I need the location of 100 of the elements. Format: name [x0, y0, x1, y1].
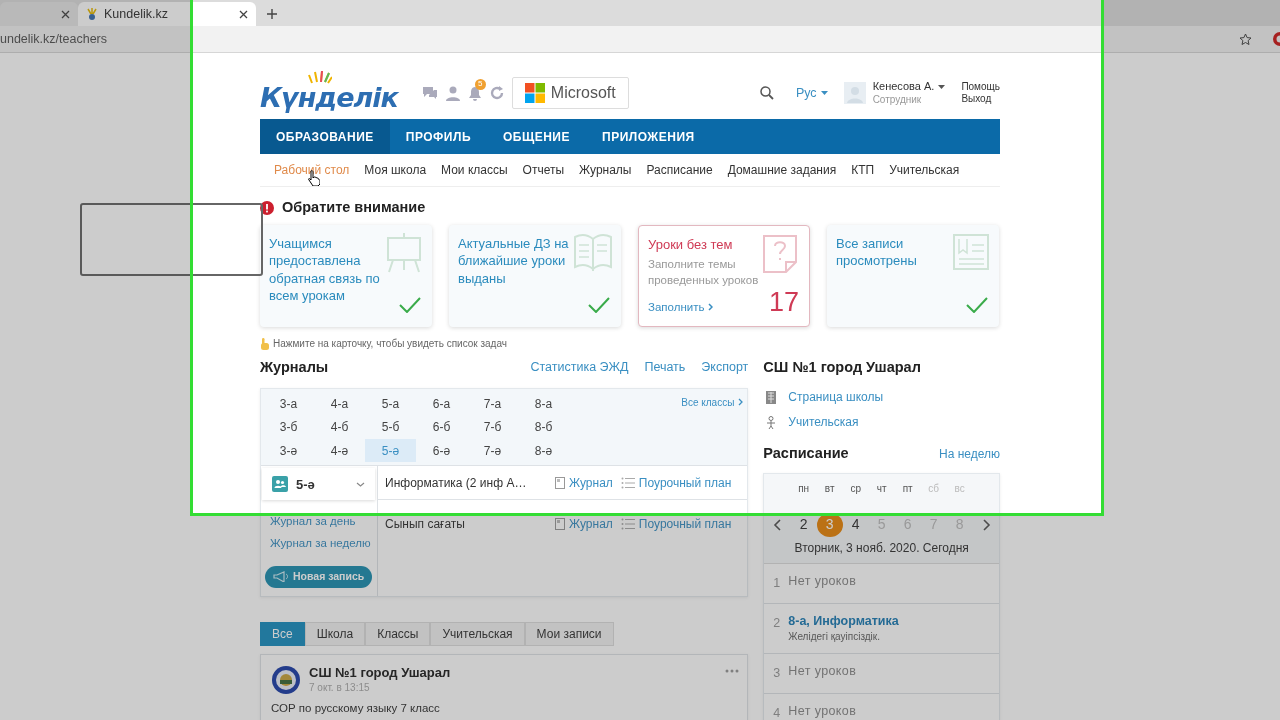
class-link[interactable]: 4-ә	[314, 438, 365, 463]
checkmark-icon	[966, 296, 988, 313]
group-icon	[272, 476, 288, 493]
lesson-topic: Желідегі қауіпсіздік.	[788, 631, 881, 644]
subnav-link[interactable]: Домашние задания	[727, 161, 837, 179]
weekday-label: сб	[927, 481, 940, 496]
class-link[interactable]: 8-б	[518, 415, 569, 439]
close-icon[interactable]	[61, 9, 70, 19]
no-lessons-text: Нет уроков	[788, 703, 857, 720]
subnav-link[interactable]: Отчеты	[522, 161, 565, 179]
notification-badge: 5	[474, 78, 486, 90]
journal-icon	[555, 518, 566, 531]
class-link[interactable]: 5-а	[365, 391, 416, 416]
subnav-link[interactable]: Мои классы	[441, 161, 508, 179]
class-link[interactable]: 8-ә	[518, 438, 569, 463]
nav-tab[interactable]: ОБРАЗОВАНИЕ	[260, 119, 390, 154]
class-link[interactable]: 7-а	[467, 391, 518, 416]
logo[interactable]: Күнделік	[260, 75, 398, 111]
school-link[interactable]: Страница школы	[788, 388, 884, 407]
logo-rays-icon	[308, 69, 332, 84]
class-link[interactable]: 6-б	[416, 415, 467, 439]
caret-icon	[820, 91, 828, 95]
no-lessons-text: Нет уроков	[788, 663, 857, 680]
subnav-link[interactable]: КТП	[851, 161, 875, 179]
nav-tab[interactable]: ПРИЛОЖЕНИЯ	[586, 119, 711, 154]
language-selector[interactable]: Рус	[795, 83, 828, 103]
feed-tab[interactable]: Классы	[365, 622, 431, 647]
new-tab-icon[interactable]	[266, 8, 278, 20]
all-classes-link[interactable]: Все классы	[681, 394, 744, 410]
chevron-right-icon[interactable]	[982, 518, 991, 531]
feed-tab[interactable]: Мои записи	[524, 622, 614, 647]
weekday-label: пн	[797, 481, 811, 496]
subnav-link[interactable]: Учительская	[889, 161, 960, 179]
chevron-down-icon	[356, 481, 365, 487]
nav-tab[interactable]: ПРОФИЛЬ	[389, 119, 487, 154]
journal-action-link[interactable]: Статистика ЭЖД	[530, 358, 629, 378]
checkmark-icon	[588, 296, 610, 313]
close-icon[interactable]	[239, 9, 248, 19]
chevron-left-icon[interactable]	[772, 518, 781, 531]
class-link[interactable]: 3-ә	[263, 438, 314, 463]
section-title: Журналы	[260, 357, 329, 377]
journal-icon	[555, 476, 566, 489]
class-link[interactable]: 3-б	[263, 415, 314, 439]
task-card[interactable]: Актуальные ДЗ на ближайшие уроки выданы	[449, 224, 621, 327]
class-link[interactable]: 4-а	[314, 391, 365, 416]
class-dropdown[interactable]: 5-ә	[262, 468, 375, 501]
lesson-number: 3	[773, 664, 781, 682]
subject-name: Информатика (2 инф А…	[385, 474, 527, 492]
date-label: Вторник, 3 нояб. 2020. Сегодня	[793, 539, 970, 557]
post-author[interactable]: СШ №1 город Ушарал	[309, 665, 451, 682]
question-note-illustration-icon	[762, 233, 800, 274]
microsoft-button[interactable]: Microsoft	[511, 77, 629, 109]
class-link[interactable]: 5-б	[365, 415, 416, 439]
post-text: СОР по русскому языку 7 класс	[271, 701, 441, 717]
chevron-icon	[708, 303, 714, 312]
class-link[interactable]: 6-а	[416, 391, 467, 416]
calendar-day[interactable]: 2	[790, 512, 817, 537]
lesson-number: 1	[773, 574, 781, 592]
extension-icon[interactable]	[1270, 31, 1280, 47]
week-link[interactable]: На неделю	[939, 444, 1000, 463]
task-card[interactable]: Учащимся предоставлена обратная связь по всем урокам	[260, 224, 432, 327]
header-link[interactable]: Помощь	[961, 80, 1000, 93]
class-link[interactable]: 4-б	[314, 415, 365, 439]
document-illustration-icon	[952, 232, 990, 273]
card-description: Заполните темы проведенных уроков	[648, 257, 760, 289]
subnav-link[interactable]: Журналы	[579, 161, 632, 179]
feed-tab[interactable]: Школа	[304, 622, 366, 647]
subnav-link[interactable]: Моя школа	[364, 161, 427, 179]
hint-text: Нажмите на карточку, чтобы увидеть список задач	[273, 337, 507, 352]
class-link[interactable]: 7-б	[467, 415, 518, 439]
easel-illustration-icon	[385, 232, 423, 273]
user-menu[interactable]: Кенесова А.	[872, 79, 946, 94]
task-card[interactable]: Уроки без тем Заполните темы проведенных уроков Заполнить 17	[638, 224, 810, 327]
megaphone-icon	[273, 571, 289, 583]
school-link[interactable]: Учительская	[788, 413, 859, 432]
task-card[interactable]: Все записи просмотрены	[827, 224, 999, 327]
lesson-plan-link[interactable]: Поурочный план	[620, 473, 732, 492]
subnav-link[interactable]: Расписание	[646, 161, 713, 179]
subject-name: Сынып сағаты	[385, 516, 465, 534]
fill-link[interactable]: Заполнить	[648, 298, 714, 316]
class-link[interactable]: 8-а	[518, 391, 569, 416]
user-role: Сотрудник	[872, 93, 923, 107]
nav-tab[interactable]: ОБЩЕНИЕ	[487, 119, 586, 154]
school-emblem-icon[interactable]	[271, 665, 301, 696]
class-link[interactable]: 7-ә	[467, 438, 518, 463]
class-link[interactable]: 3-а	[263, 391, 314, 416]
weekday-label: пт	[901, 481, 914, 496]
pointing-hand-icon	[260, 337, 269, 350]
search-icon[interactable]	[759, 86, 774, 100]
header-link[interactable]: Выход	[961, 93, 1000, 106]
journal-action-link[interactable]: Печать	[644, 358, 686, 378]
journal-link[interactable]: Журнал	[555, 473, 613, 492]
journal-action-link[interactable]: Экспорт	[701, 358, 749, 378]
section-title: СШ №1 город Ушарал	[763, 357, 921, 377]
star-icon[interactable]	[1239, 32, 1252, 46]
class-link[interactable]: 6-ә	[416, 438, 467, 463]
lesson-link[interactable]: 8-а, Информатика	[788, 613, 899, 630]
feed-tab[interactable]: Учительская	[430, 622, 525, 647]
browser-tab[interactable]: Kundelik.kz	[78, 2, 256, 26]
chevron-icon	[738, 398, 744, 407]
